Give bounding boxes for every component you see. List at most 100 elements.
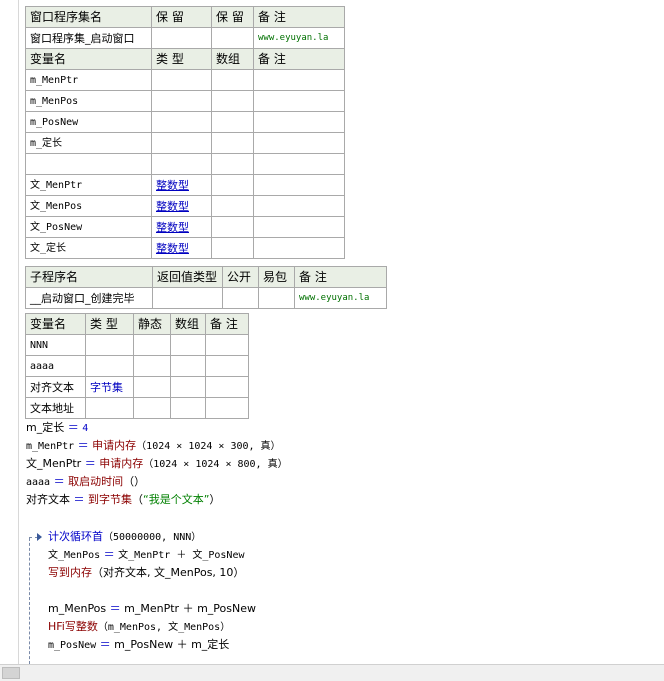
loop-head-line[interactable]: 计次循环首（50000000, NNN） [48,528,201,547]
var-note-cell[interactable] [253,216,345,238]
local-name-cell[interactable]: 对齐文本 [25,376,86,398]
var-name-cell[interactable]: m_MenPos [25,90,152,112]
assembly-var-row[interactable]: 文_PosNew 整数型 [25,216,345,238]
var-name-cell[interactable]: m_定长 [25,132,152,154]
loop-body-line-4[interactable]: HFi写整数（m_MenPos, 文_MenPos） [48,618,230,637]
sub-epackage-cell[interactable] [258,287,295,309]
window-assembly-row[interactable]: 窗口程序集_启动窗口 www.eyuyan.la [25,27,345,49]
var-name-cell[interactable]: 文_MenPos [25,195,152,217]
var-array-cell[interactable] [211,132,254,154]
code-args-close: ） [209,493,221,506]
code-lhs: 对齐文本 [26,493,70,506]
local-name-cell[interactable]: NNN [25,334,86,356]
local-static-cell[interactable] [133,376,171,398]
var-name-cell[interactable]: 文_MenPtr [25,174,152,196]
var-note-cell[interactable] [253,195,345,217]
var-name-cell[interactable]: 文_PosNew [25,216,152,238]
local-var-row[interactable]: 对齐文本 字节集 [25,376,249,398]
assembly-note-cell[interactable]: www.eyuyan.la [253,27,345,49]
loop-body-line-3[interactable]: m_MenPos ＝ m_MenPtr ＋ m_PosNew [48,600,256,618]
sub-note-cell[interactable]: www.eyuyan.la [294,287,387,309]
local-var-row[interactable]: NNN [25,334,249,356]
subroutine-table: 子程序名 返回值类型 公开 易包 备 注 __启动窗口_创建完毕 www.eyu… [25,266,387,309]
code-line-5[interactable]: 对齐文本 ＝ 到字节集（“我是个文本”） [26,491,220,509]
var-type-cell[interactable] [151,90,212,112]
var-type-cell[interactable] [151,111,212,133]
var-type-cell[interactable] [151,153,212,175]
var-note-cell[interactable] [253,174,345,196]
var-type-cell[interactable] [151,69,212,91]
assembly-var-row-empty[interactable] [25,153,345,175]
local-note-cell[interactable] [205,397,249,419]
var-note-cell[interactable] [253,69,345,91]
code-line-2[interactable]: m_MenPtr ＝ 申请内存（1024 × 1024 × 300, 真） [26,437,281,456]
assembly-keep-1-cell[interactable] [151,27,212,49]
local-note-cell[interactable] [205,376,249,398]
var-name-cell[interactable]: m_MenPtr [25,69,152,91]
local-note-cell[interactable] [205,355,249,377]
assembly-var-row[interactable]: 文_MenPos 整数型 [25,195,345,217]
local-array-cell[interactable] [170,376,206,398]
local-array-cell[interactable] [170,397,206,419]
loop-body-line-1[interactable]: 文_MenPos ＝ 文_MenPtr ＋ 文_PosNew [48,546,244,565]
code-line-3[interactable]: 文_MenPtr ＝ 申请内存（1024 × 1024 × 800, 真） [26,455,288,474]
var-array-cell[interactable] [211,174,254,196]
var-name-cell[interactable]: m_PosNew [25,111,152,133]
local-type-cell[interactable] [85,397,134,419]
local-array-cell[interactable] [170,355,206,377]
scrollbar-thumb[interactable] [2,667,20,679]
horizontal-scrollbar[interactable] [0,664,664,681]
assembly-var-row[interactable]: m_MenPos [25,90,345,112]
var-type-cell[interactable] [151,132,212,154]
local-note-cell[interactable] [205,334,249,356]
local-name-cell[interactable]: aaaa [25,355,86,377]
assembly-var-row[interactable]: m_定长 [25,132,345,154]
local-var-row[interactable]: 文本地址 [25,397,249,419]
var-type-cell[interactable]: 整数型 [151,216,212,238]
local-array-cell[interactable] [170,334,206,356]
sub-name-cell[interactable]: __启动窗口_创建完毕 [25,287,153,309]
var-type-cell[interactable]: 整数型 [151,237,212,259]
local-static-cell[interactable] [133,397,171,419]
code-line-1[interactable]: m_定长 ＝ 4 [26,419,88,438]
local-var-row[interactable]: aaaa [25,355,249,377]
loop-body-line-2[interactable]: 写到内存（对齐文本, 文_MenPos, 10） [48,564,244,582]
var-note-cell[interactable] [253,90,345,112]
var-array-cell[interactable] [211,90,254,112]
local-type-cell[interactable] [85,334,134,356]
assembly-var-row[interactable]: 文_定长 整数型 [25,237,345,259]
local-type-cell[interactable]: 字节集 [85,376,134,398]
var-note-cell[interactable] [253,132,345,154]
col-header-assembly-name: 窗口程序集名 [25,6,152,28]
var-array-cell[interactable] [211,195,254,217]
var-array-cell[interactable] [211,216,254,238]
assembly-var-row[interactable]: m_MenPtr [25,69,345,91]
local-static-cell[interactable] [133,355,171,377]
assembly-var-row[interactable]: 文_MenPtr 整数型 [25,174,345,196]
col-header-local-static: 静态 [133,313,171,335]
loop-body-line-5[interactable]: m_PosNew ＝ m_PosNew ＋ m_定长 [48,636,229,655]
var-note-cell[interactable] [253,111,345,133]
local-name-cell[interactable]: 文本地址 [25,397,86,419]
subroutine-row[interactable]: __启动窗口_创建完毕 www.eyuyan.la [25,287,387,309]
local-type-cell[interactable] [85,355,134,377]
assembly-keep-2-cell[interactable] [211,27,254,49]
code-line-4[interactable]: aaaa ＝ 取启动时间（） [26,473,145,492]
var-type-cell[interactable]: 整数型 [151,174,212,196]
var-array-cell[interactable] [211,153,254,175]
var-array-cell[interactable] [211,111,254,133]
editor-gutter-line [18,0,19,664]
local-static-cell[interactable] [133,334,171,356]
var-array-cell[interactable] [211,69,254,91]
var-note-cell[interactable] [253,153,345,175]
assembly-var-row[interactable]: m_PosNew [25,111,345,133]
sub-public-cell[interactable] [222,287,259,309]
assembly-name-cell[interactable]: 窗口程序集_启动窗口 [25,27,152,49]
var-name-cell[interactable] [25,153,152,175]
var-type-cell[interactable]: 整数型 [151,195,212,217]
var-note-cell[interactable] [253,237,345,259]
var-name-cell[interactable]: 文_定长 [25,237,152,259]
var-array-cell[interactable] [211,237,254,259]
col-header-note: 备 注 [253,6,345,28]
sub-return-type-cell[interactable] [152,287,223,309]
